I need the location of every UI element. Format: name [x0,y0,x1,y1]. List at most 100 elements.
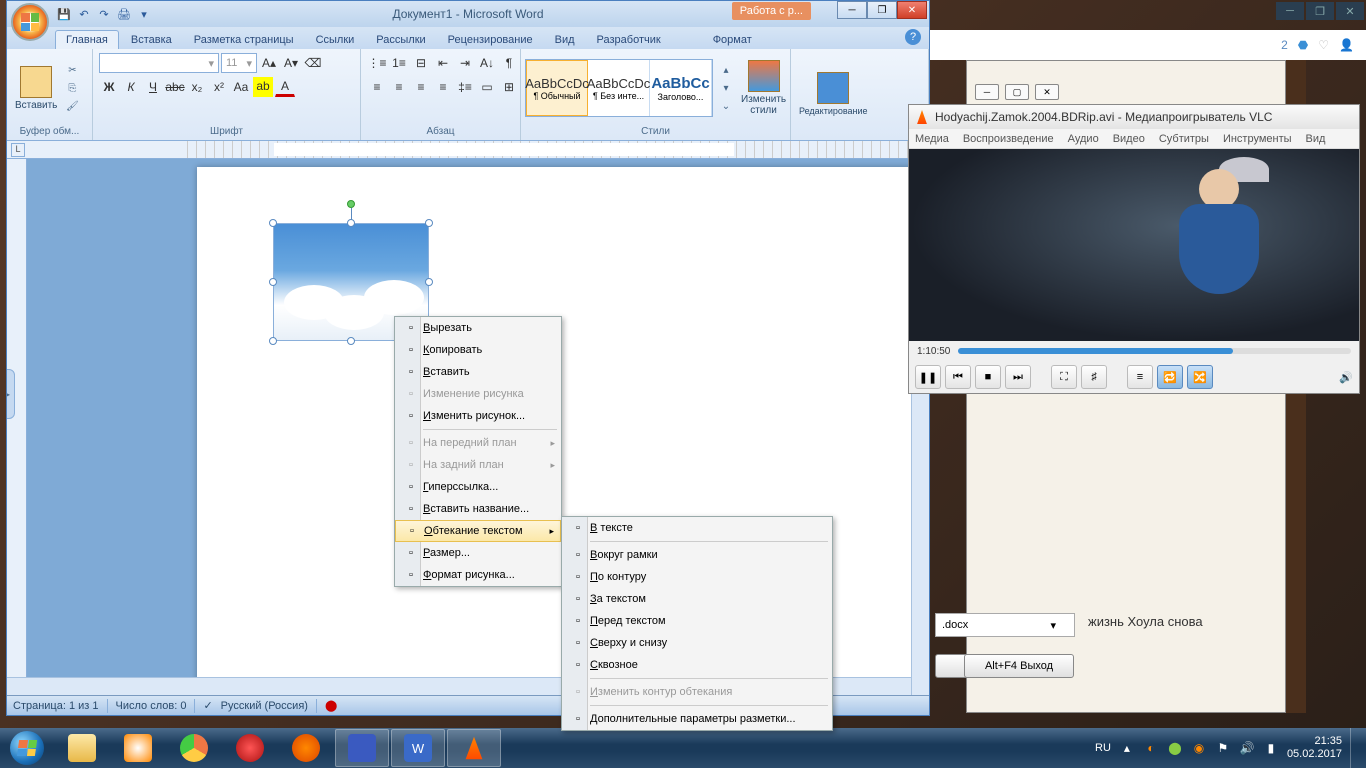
grow-font-icon[interactable]: A▴ [259,53,279,73]
styles-gallery[interactable]: AaBbCcDc¶ Обычный AaBbCcDc¶ Без инте... … [525,59,713,117]
taskbar-chrome[interactable] [167,729,221,767]
ctx-picture-item-8[interactable]: ▫Гиперссылка... [395,476,561,498]
superscript-button[interactable]: x² [209,77,229,97]
style-heading1[interactable]: AaBbCcЗаголово... [650,60,712,116]
gallery-up-icon[interactable]: ▴ [717,62,735,78]
align-right-icon[interactable]: ≡ [411,77,431,97]
rotation-handle[interactable] [347,200,355,208]
taskbar-mediaplayer[interactable] [111,729,165,767]
tray-arrow-icon[interactable]: ▴ [1119,740,1135,756]
browser-close-button[interactable]: ✕ [1336,2,1364,20]
taskbar-explorer[interactable] [55,729,109,767]
cut-icon[interactable]: ✂ [63,62,81,78]
vlc-menu-audio[interactable]: Аудио [1068,133,1099,145]
tab-mailings[interactable]: Рассылки [366,31,435,49]
status-language[interactable]: Русский (Россия) [221,700,308,712]
vlc-titlebar[interactable]: Hodyachij.Zamok.2004.BDRip.avi - Медиапр… [909,105,1359,129]
heart-icon[interactable]: ♡ [1318,38,1329,52]
volume-icon[interactable]: 🔊 [1339,371,1353,384]
tray-app-icon[interactable]: ◐ [1143,740,1159,756]
change-styles-button[interactable]: Изменить стили [737,58,790,118]
resize-handle-l[interactable] [269,278,277,286]
font-name-combo[interactable]: ▾ [99,53,219,73]
vlc-menu-tools[interactable]: Инструменты [1223,133,1292,145]
decrease-indent-icon[interactable]: ⇤ [433,53,453,73]
pause-button[interactable]: ❚❚ [915,365,941,389]
vlc-menu-media[interactable]: Медиа [915,133,949,145]
vlc-menu-playback[interactable]: Воспроизведение [963,133,1054,145]
browser-minimize-button[interactable]: ─ [1276,2,1304,20]
ctx-picture-item-11[interactable]: ▫Размер... [395,542,561,564]
show-marks-icon[interactable]: ¶ [499,53,519,73]
minimize-button[interactable]: ─ [837,1,867,19]
close-button[interactable]: ✕ [897,1,927,19]
resize-handle-tr[interactable] [425,219,433,227]
shield-icon[interactable]: ⬣ [1298,38,1308,52]
tab-format[interactable]: Формат [703,31,762,49]
ctx-picture-item-0[interactable]: ▫Вырезать [395,317,561,339]
redo-icon[interactable]: ↷ [95,5,113,23]
exit-button[interactable]: Alt+F4 Выход [964,654,1074,678]
tab-review[interactable]: Рецензирование [438,31,543,49]
vertical-ruler[interactable] [7,159,27,695]
macro-record-icon[interactable]: ⬤ [325,699,337,712]
ctx-picture-item-2[interactable]: ▫Вставить [395,361,561,383]
ctx-picture-item-1[interactable]: ▫Копировать [395,339,561,361]
align-center-icon[interactable]: ≡ [389,77,409,97]
tab-references[interactable]: Ссылки [306,31,365,49]
action-center-icon[interactable]: ⚑ [1215,740,1231,756]
undo-icon[interactable]: ↶ [75,5,93,23]
gallery-more-icon[interactable]: ⌄ [717,98,735,114]
resize-handle-bl[interactable] [269,337,277,345]
style-normal[interactable]: AaBbCcDc¶ Обычный [526,60,588,116]
align-left-icon[interactable]: ≡ [367,77,387,97]
font-color-button[interactable]: A [275,77,295,97]
format-painter-icon[interactable]: 🖌 [63,98,81,114]
line-spacing-icon[interactable]: ‡≡ [455,77,475,97]
tab-developer[interactable]: Разработчик [587,31,671,49]
ctx-wrap-item-3[interactable]: ▫По контуру [562,566,832,588]
copy-icon[interactable]: ⎘ [63,80,81,96]
ctx-wrap-item-5[interactable]: ▫Перед текстом [562,610,832,632]
vlc-menu-video[interactable]: Видео [1113,133,1145,145]
ctx-wrap-item-6[interactable]: ▫Сверху и снизу [562,632,832,654]
dialog-maximize-button[interactable]: ▢ [1005,84,1029,100]
tray-app-icon[interactable]: ⬤ [1167,740,1183,756]
style-nospacing[interactable]: AaBbCcDc¶ Без инте... [588,60,650,116]
font-size-combo[interactable]: 11▾ [221,53,257,73]
vlc-video-area[interactable] [909,149,1359,341]
ctx-picture-item-12[interactable]: ▫Формат рисунка... [395,564,561,586]
justify-icon[interactable]: ≡ [433,77,453,97]
picture-tools-tab[interactable]: Работа с р... [732,2,811,20]
tab-home[interactable]: Главная [55,30,119,49]
change-case-button[interactable]: Aa [231,77,251,97]
office-button[interactable] [11,3,49,41]
file-type-combo[interactable]: .docx ▾ [935,613,1075,637]
tray-clock[interactable]: 21:35 05.02.2017 [1287,735,1342,761]
fullscreen-button[interactable]: ⛶ [1051,365,1077,389]
loop-button[interactable]: 🔁 [1157,365,1183,389]
dialog-minimize-button[interactable]: ─ [975,84,999,100]
show-desktop-button[interactable] [1350,728,1358,768]
taskbar-app1[interactable] [335,729,389,767]
proofing-icon[interactable]: ✓ [203,699,212,712]
start-button[interactable] [0,728,54,768]
resize-handle-r[interactable] [425,278,433,286]
subscript-button[interactable]: x₂ [187,77,207,97]
strikethrough-button[interactable]: abc [165,77,185,97]
shading-icon[interactable]: ▭ [477,77,497,97]
ctx-picture-item-4[interactable]: ▫Изменить рисунок... [395,405,561,427]
network-icon[interactable]: ▮ [1263,740,1279,756]
qat-customize-icon[interactable]: ▾ [135,5,153,23]
tab-view[interactable]: Вид [545,31,585,49]
ctx-wrap-item-11[interactable]: ▫Дополнительные параметры разметки... [562,708,832,730]
print-preview-icon[interactable]: 🖨 [115,5,133,23]
browser-maximize-button[interactable]: ❐ [1306,2,1334,20]
maximize-button[interactable]: ❐ [867,1,897,19]
help-icon[interactable]: ? [905,29,921,45]
previous-button[interactable]: ⏮ [945,365,971,389]
horizontal-ruler[interactable]: L [7,141,929,159]
tab-selector[interactable]: L [11,143,25,157]
dialog-close-button[interactable]: ✕ [1035,84,1059,100]
save-icon[interactable]: 💾 [55,5,73,23]
